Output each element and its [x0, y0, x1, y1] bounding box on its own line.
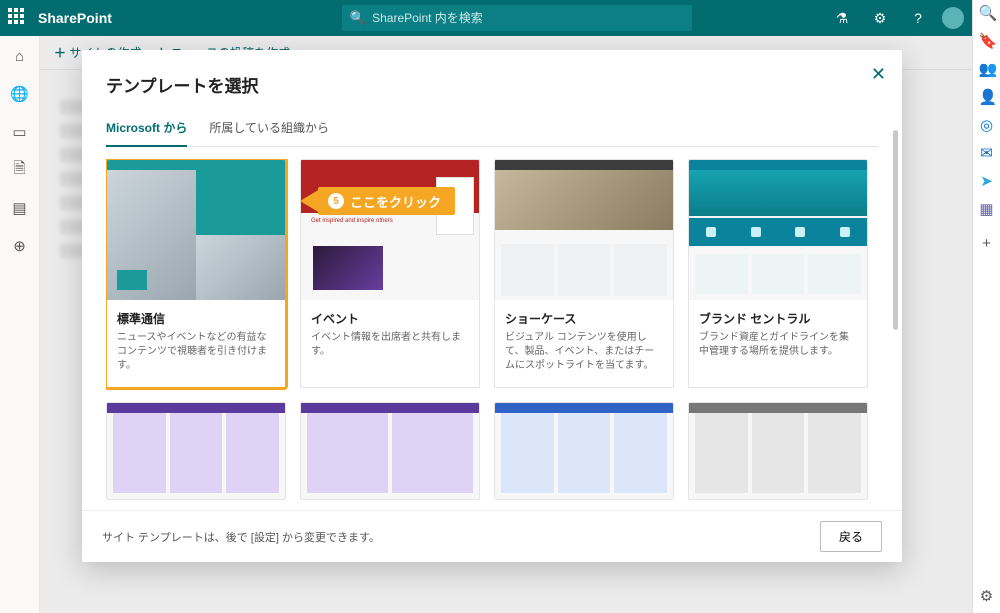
template-source-tabs: Microsoft から 所属している組織から — [106, 111, 878, 147]
tag-icon[interactable]: 🔖 — [979, 34, 995, 50]
search-icon[interactable]: 🔍 — [979, 6, 995, 22]
callout-text: ここをクリック — [350, 192, 441, 211]
help-icon[interactable]: ? — [904, 10, 932, 26]
template-card-row2-4[interactable] — [688, 402, 868, 500]
footer-note: サイト テンプレートは、後で [設定] から変更できます。 — [102, 529, 380, 545]
suite-bar: SharePoint 🔍 ⚗ ⚙ ? — [0, 0, 972, 36]
home-icon[interactable]: ⌂ — [10, 46, 30, 66]
target-icon[interactable]: ◎ — [979, 118, 995, 134]
news-icon[interactable]: ▭ — [10, 122, 30, 142]
app-launcher-icon[interactable] — [8, 8, 28, 28]
template-title: ブランド セントラル — [699, 310, 857, 327]
mail-icon[interactable]: ✉ — [979, 146, 995, 162]
modal-title: テンプレートを選択 — [106, 72, 878, 97]
right-tool-strip: 🔍 🔖 👥 👤 ◎ ✉ ➤ ▦ + ⚙ — [972, 0, 1000, 613]
settings-icon[interactable]: ⚙ — [866, 10, 894, 27]
template-card-row2-2[interactable] — [300, 402, 480, 500]
template-card-row2-3[interactable] — [494, 402, 674, 500]
person-icon[interactable]: 👤 — [979, 90, 995, 106]
template-desc: イベント情報を出席者と共有します。 — [311, 331, 469, 359]
template-card-row2-1[interactable] — [106, 402, 286, 500]
close-icon[interactable]: ✕ — [871, 64, 886, 85]
template-desc: ニュースやイベントなどの有益なコンテンツで視聴者を引き付けます。 — [117, 331, 275, 373]
tab-from-microsoft[interactable]: Microsoft から — [106, 111, 187, 146]
modal-scrollbar[interactable] — [893, 130, 898, 330]
tab-from-org[interactable]: 所属している組織から — [209, 111, 329, 146]
add-icon[interactable]: + — [979, 236, 995, 252]
create-icon[interactable]: ⊕ — [10, 236, 30, 256]
callout-number: 5 — [328, 193, 344, 209]
left-rail: ⌂ 🌐 ▭ 🗎 ▤ ⊕ — [0, 36, 40, 613]
template-title: イベント — [311, 310, 469, 327]
template-card-brand-central[interactable]: ブランド セントラル ブランド資産とガイドラインを集中管理する場所を提供します。 — [688, 159, 868, 388]
globe-icon[interactable]: 🌐 — [10, 84, 30, 104]
back-button[interactable]: 戻る — [820, 521, 882, 552]
template-card-standard-comm[interactable]: 標準通信 ニュースやイベントなどの有益なコンテンツで視聴者を引き付けます。 — [106, 159, 286, 388]
template-card-showcase[interactable]: ショーケース ビジュアル コンテンツを使用して、製品、イベント、またはチームにス… — [494, 159, 674, 388]
people-icon[interactable]: 👥 — [979, 62, 995, 78]
search-icon: 🔍 — [350, 10, 366, 26]
template-picker-modal: テンプレートを選択 ✕ Microsoft から 所属している組織から 5 ここ… — [82, 50, 902, 562]
template-title: ショーケース — [505, 310, 663, 327]
template-desc: ブランド資産とガイドラインを集中管理する場所を提供します。 — [699, 331, 857, 359]
account-avatar[interactable] — [942, 7, 964, 29]
suite-search[interactable]: 🔍 — [342, 5, 692, 31]
annotation-callout: 5 ここをクリック — [318, 187, 455, 215]
send-icon[interactable]: ➤ — [979, 174, 995, 190]
search-input[interactable] — [372, 11, 684, 25]
files-icon[interactable]: 🗎 — [10, 160, 30, 180]
apps-icon[interactable]: ▦ — [979, 202, 995, 218]
premium-icon[interactable]: ⚗ — [828, 10, 856, 27]
toolstrip-settings-icon[interactable]: ⚙ — [979, 589, 995, 605]
lists-icon[interactable]: ▤ — [10, 198, 30, 218]
template-desc: ビジュアル コンテンツを使用して、製品、イベント、またはチームにスポットライトを… — [505, 331, 663, 373]
product-name: SharePoint — [38, 10, 112, 26]
template-title: 標準通信 — [117, 310, 275, 327]
